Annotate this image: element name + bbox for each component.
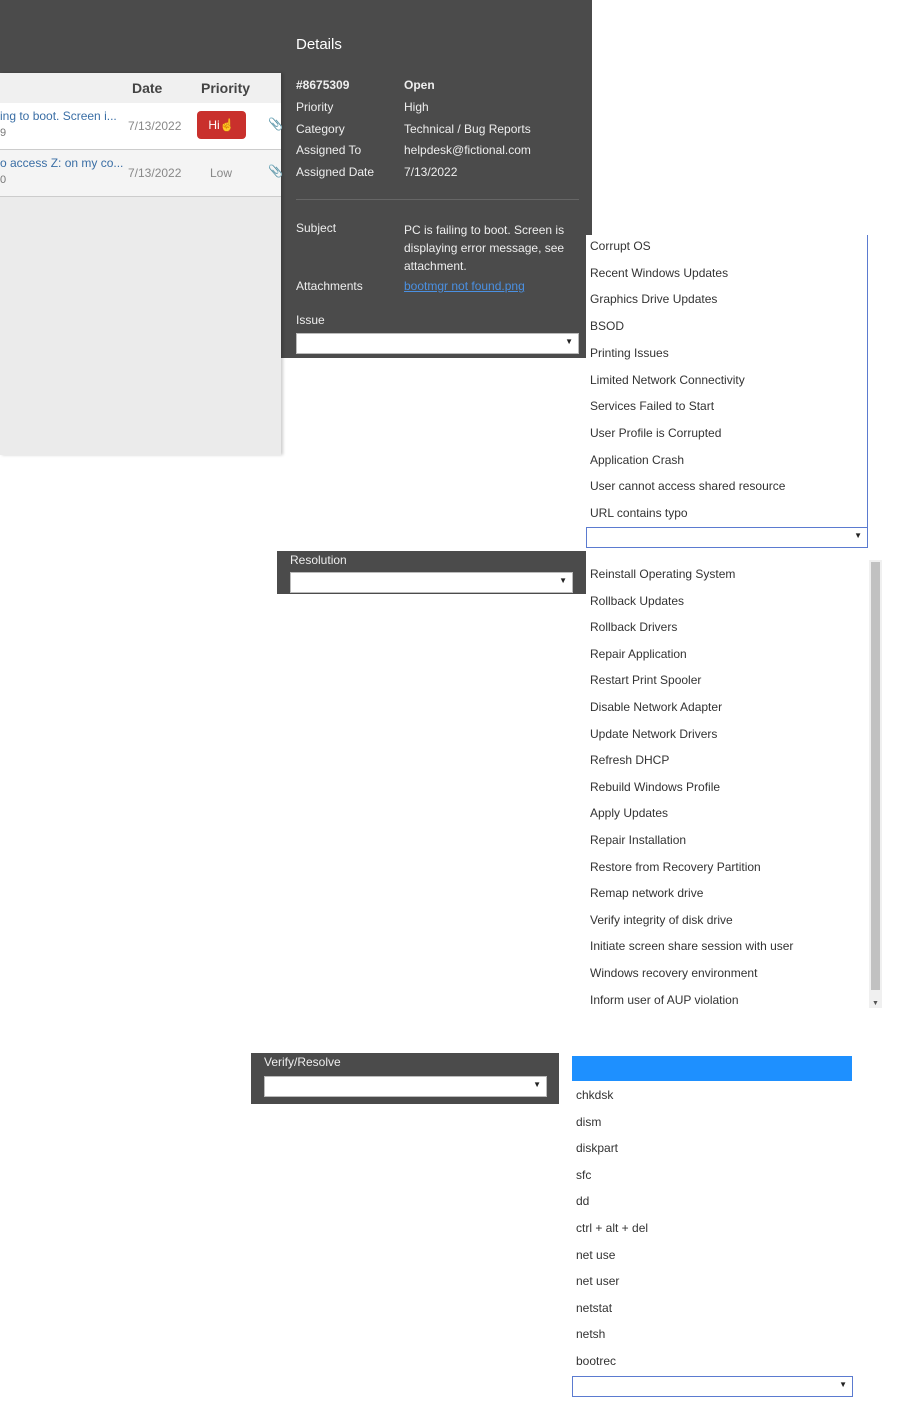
dropdown-option[interactable]: Printing Issues [590,346,669,360]
dropdown-arrow-icon: ▼ [559,576,567,585]
subject-line: PC is failing to boot. Screen is [404,223,565,237]
dropdown-option[interactable]: Disable Network Adapter [590,700,722,714]
dropdown-option[interactable]: ctrl + alt + del [576,1221,648,1235]
attachment-link[interactable]: bootmgr not found.png [404,279,525,293]
priority-badge-high[interactable]: Hi☝ [197,111,246,139]
dropdown-option[interactable]: net user [576,1274,619,1288]
ticket-date: 7/13/2022 [128,166,182,180]
dropdown-option[interactable]: Rollback Drivers [590,620,677,634]
verify-panel: Verify/Resolve ▼ [251,1053,559,1104]
subject-value: PC is failing to boot. Screen is display… [404,221,564,275]
issue-select[interactable]: ▼ [296,333,579,354]
dropdown-option[interactable]: Repair Application [590,647,687,661]
priority-low: Low [210,166,233,180]
dropdown-option[interactable]: URL contains typo [590,506,688,520]
dropdown-option[interactable]: dism [576,1115,601,1129]
resolution-label: Resolution [290,553,347,567]
dropdown-option[interactable]: Initiate screen share session with user [590,939,793,953]
dropdown-option[interactable]: Update Network Drivers [590,727,717,741]
subject-line: displaying error message, see [404,241,565,255]
dropdown-arrow-icon: ▼ [533,1080,541,1089]
paperclip-icon: 📎 [268,164,283,178]
dropdown-option[interactable]: Inform user of AUP violation [590,993,739,1007]
dropdown-option[interactable]: Rollback Updates [590,594,684,608]
dropdown-option[interactable]: dd [576,1194,589,1208]
dropdown-option[interactable]: User Profile is Corrupted [590,426,721,440]
ticket-subject[interactable]: ing to boot. Screen i... [0,109,117,123]
assigned-to-value: helpdesk@fictional.com [404,143,531,157]
resolution-panel: Resolution ▼ [277,551,586,594]
assigned-date-label: Assigned Date [296,165,375,179]
dropdown-option[interactable]: Restart Print Spooler [590,673,701,687]
ticket-table: Date Priority ing to boot. Screen i... 9… [0,73,283,455]
dropdown-option[interactable]: chkdsk [576,1088,613,1102]
dropdown-option[interactable]: sfc [576,1168,591,1182]
issue-dropdown-list: Corrupt OS Recent Windows Updates Graphics… [586,235,868,547]
verify-dropdown-list: chkdsk dism diskpart sfc dd ctrl + alt + del n… [572,1056,852,1396]
table-row[interactable]: ing to boot. Screen i... 9 7/13/2022 Hi☝… [0,103,283,150]
category-label: Category [296,122,345,136]
dropdown-option[interactable]: Corrupt OS [590,239,651,253]
dropdown-arrow-icon: ▼ [839,1380,847,1389]
priority-value: High [404,100,429,114]
dropdown-option[interactable]: bootrec [576,1354,616,1368]
scrollbar[interactable]: ▼ [869,560,882,1008]
scrollbar-thumb[interactable] [871,562,880,990]
dropdown-option[interactable]: Windows recovery environment [590,966,757,980]
category-value: Technical / Bug Reports [404,122,531,136]
priority-label: Priority [296,100,334,114]
date-header[interactable]: Date [132,80,162,96]
dropdown-option[interactable]: Application Crash [590,453,684,467]
dropdown-option[interactable]: Restore from Recovery Partition [590,860,761,874]
dropdown-option[interactable]: Remap network drive [590,886,703,900]
paperclip-icon: 📎 [268,117,283,131]
dropdown-option[interactable]: Graphics Drive Updates [590,292,717,306]
attachments-label: Attachments [296,279,363,293]
scroll-down-arrow-icon[interactable]: ▼ [872,1000,879,1007]
dropdown-option[interactable]: Reinstall Operating System [590,567,735,581]
highlighted-empty-option[interactable] [572,1056,852,1081]
subject-label: Subject [296,221,337,235]
ticket-status: Open [404,78,435,92]
assigned-to-label: Assigned To [296,143,362,157]
ticket-number: 0 [0,174,7,186]
dropdown-option[interactable]: Recent Windows Updates [590,266,728,280]
dropdown-option[interactable]: Verify integrity of disk drive [590,913,733,927]
dropdown-option[interactable]: netsh [576,1327,605,1341]
verify-select-open[interactable]: ▼ [572,1376,853,1397]
assigned-date-value: 7/13/2022 [404,165,458,179]
dropdown-option[interactable]: Apply Updates [590,806,668,820]
divider [296,199,579,200]
dropdown-option[interactable]: Refresh DHCP [590,753,669,767]
dropdown-arrow-icon: ▼ [565,337,573,346]
priority-header[interactable]: Priority [201,80,250,96]
dropdown-option[interactable]: Limited Network Connectivity [590,373,745,387]
dropdown-option[interactable]: netstat [576,1301,612,1315]
dropdown-option[interactable]: User cannot access shared resource [590,479,785,493]
details-title: Details [296,36,342,53]
dropdown-option[interactable]: BSOD [590,319,624,333]
issue-label: Issue [296,313,325,327]
resolution-select[interactable]: ▼ [290,572,573,593]
subject-line: attachment. [404,259,467,273]
dropdown-option[interactable]: diskpart [576,1141,618,1155]
dropdown-option[interactable]: Rebuild Windows Profile [590,780,720,794]
ticket-number: 9 [0,127,7,139]
ticket-id: #8675309 [296,78,350,92]
resolution-dropdown-list: ▼ Reinstall Operating System Rollback Upd… [586,560,882,1008]
dropdown-option[interactable]: Services Failed to Start [590,399,714,413]
verify-label: Verify/Resolve [264,1055,341,1069]
dropdown-arrow-icon: ▼ [854,531,862,540]
issue-select-open[interactable]: ▼ [586,527,868,548]
table-row[interactable]: o access Z: on my co... 0 7/13/2022 Low … [0,150,283,197]
verify-select[interactable]: ▼ [264,1076,547,1097]
hand-cursor-icon: ☝ [219,118,235,132]
ticket-subject[interactable]: o access Z: on my co... [0,156,123,170]
dropdown-option[interactable]: net use [576,1248,615,1262]
dropdown-option[interactable]: Repair Installation [590,833,686,847]
ticket-date: 7/13/2022 [128,119,182,133]
